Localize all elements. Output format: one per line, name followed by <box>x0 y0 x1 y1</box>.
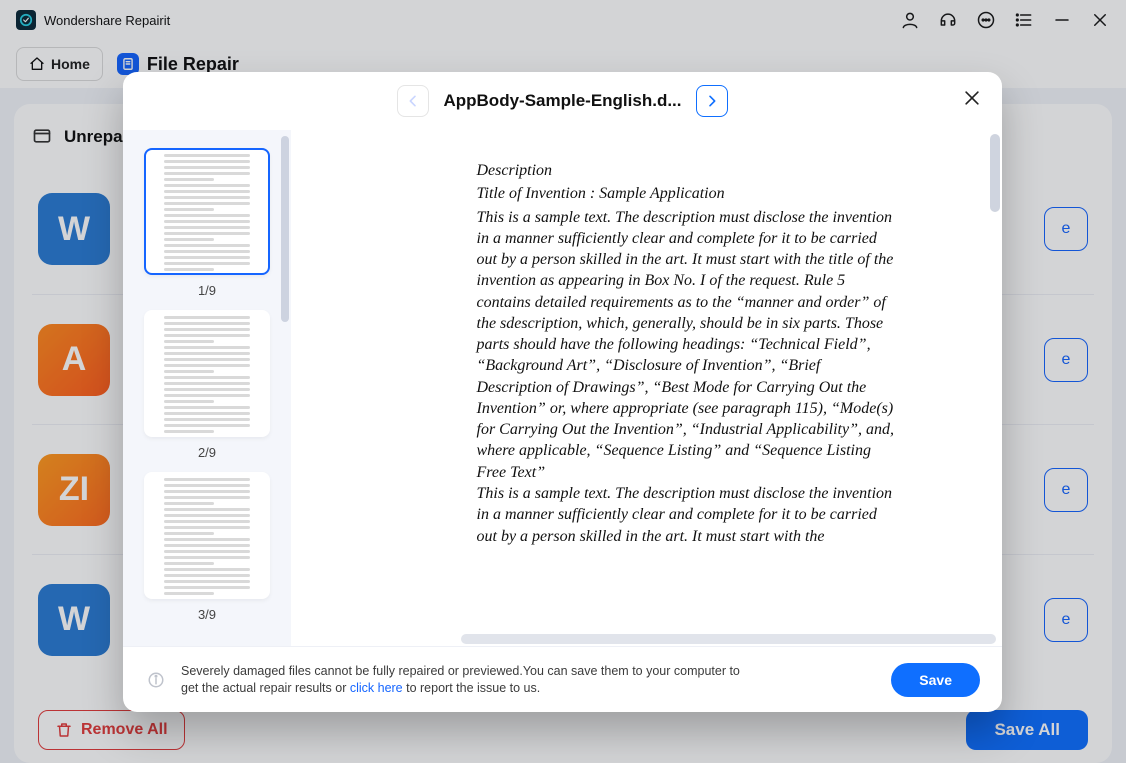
file-type-icon: W <box>38 193 110 265</box>
panel-icon <box>32 126 54 148</box>
doc-title: Title of Invention : Sample Application <box>477 183 897 204</box>
thumbnail-strip: 1/9 2/9 3/9 <box>123 130 291 646</box>
preview-pane: Description Title of Invention : Sample … <box>291 130 1002 646</box>
modal-header: AppBody-Sample-English.d... <box>123 72 1002 130</box>
home-label: Home <box>51 56 90 72</box>
preview-scrollbar-vertical[interactable] <box>990 134 1000 619</box>
file-action-button[interactable]: e <box>1044 598 1088 642</box>
page-thumbnail[interactable] <box>144 310 270 437</box>
modal-notice: Severely damaged files cannot be fully r… <box>181 663 741 697</box>
minimize-icon[interactable] <box>1052 10 1072 30</box>
doc-paragraph: This is a sample text. The description m… <box>477 483 897 547</box>
thumbnail-label: 1/9 <box>198 283 216 298</box>
remove-all-button[interactable]: Remove All <box>38 710 185 750</box>
file-action-button[interactable]: e <box>1044 338 1088 382</box>
preview-scrollbar-horizontal[interactable] <box>461 634 996 644</box>
panel-title: Unrepai <box>64 127 127 147</box>
modal-filename: AppBody-Sample-English.d... <box>443 91 681 111</box>
list-icon[interactable] <box>1014 10 1034 30</box>
modal-close-button[interactable] <box>958 84 986 112</box>
file-type-icon: A <box>38 324 110 396</box>
file-type-icon: W <box>38 584 110 656</box>
title-bar: Wondershare Repairit <box>0 0 1126 40</box>
next-file-button[interactable] <box>696 85 728 117</box>
preview-modal: AppBody-Sample-English.d... 1/9 2/9 3/9 De… <box>123 72 1002 712</box>
account-icon[interactable] <box>900 10 920 30</box>
app-logo-icon <box>16 10 36 30</box>
doc-heading: Description <box>477 160 897 181</box>
doc-paragraph: This is a sample text. The description m… <box>477 207 897 483</box>
thumbnail-label: 2/9 <box>198 445 216 460</box>
chat-icon[interactable] <box>976 10 996 30</box>
close-app-icon[interactable] <box>1090 10 1110 30</box>
thumbs-scrollbar[interactable] <box>281 136 289 580</box>
modal-save-button[interactable]: Save <box>891 663 980 697</box>
document-content: Description Title of Invention : Sample … <box>327 130 967 646</box>
info-icon <box>145 669 167 691</box>
home-button[interactable]: Home <box>16 47 103 81</box>
file-type-icon: ZI <box>38 454 110 526</box>
modal-footer: Severely damaged files cannot be fully r… <box>123 646 1002 712</box>
page-thumbnail[interactable] <box>144 472 270 599</box>
report-link[interactable]: click here <box>350 681 403 695</box>
remove-all-label: Remove All <box>81 721 168 739</box>
thumbnail-label: 3/9 <box>198 607 216 622</box>
headset-icon[interactable] <box>938 10 958 30</box>
file-action-button[interactable]: e <box>1044 468 1088 512</box>
page-thumbnail[interactable] <box>144 148 270 275</box>
app-title: Wondershare Repairit <box>44 13 170 28</box>
modal-body: 1/9 2/9 3/9 Description Title of Invention… <box>123 130 1002 646</box>
file-action-button[interactable]: e <box>1044 207 1088 251</box>
notice-text-b: to report the issue to us. <box>403 681 541 695</box>
save-all-button[interactable]: Save All <box>966 710 1088 750</box>
prev-file-button[interactable] <box>397 85 429 117</box>
